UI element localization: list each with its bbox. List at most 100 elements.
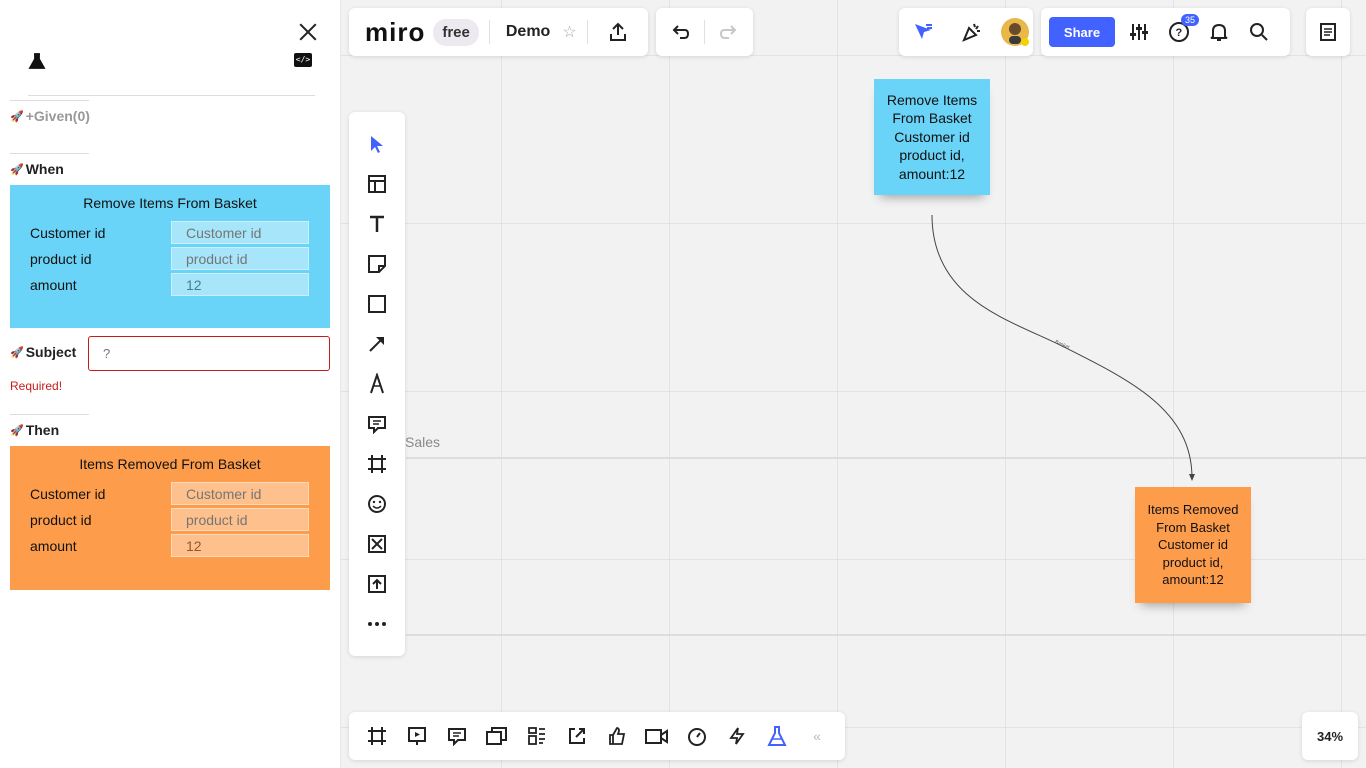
field-label: product id [30, 251, 92, 267]
cards-icon[interactable] [485, 724, 509, 748]
history-controls [656, 8, 753, 56]
field-label: product id [30, 512, 92, 528]
divider [704, 20, 705, 44]
close-icon[interactable] [296, 20, 320, 44]
frames-icon[interactable] [365, 724, 389, 748]
when-label: When [25, 161, 64, 177]
cursor-filter-icon[interactable] [903, 12, 943, 52]
sticky-line: Remove Items [886, 91, 978, 108]
bell-icon[interactable] [1199, 12, 1239, 52]
help-icon[interactable]: ? 35 [1159, 12, 1200, 52]
sticky-line: product id, [1162, 554, 1224, 570]
video-icon[interactable] [645, 724, 669, 748]
code-icon[interactable]: </> [294, 53, 312, 67]
required-error: Required! [10, 379, 63, 393]
subject-section-header: 🚀 Subject [10, 336, 76, 368]
sticky-line: amount:12 [1162, 572, 1224, 588]
section-divider [10, 153, 89, 154]
divider [488, 20, 490, 44]
share-button[interactable]: Share [1049, 17, 1115, 47]
sticky-note-icon[interactable] [365, 252, 389, 276]
field-row: Customer id [10, 221, 330, 247]
select-icon[interactable] [365, 132, 389, 156]
kanban-icon[interactable] [525, 724, 549, 748]
connector-icon[interactable] [365, 332, 389, 356]
field-label: Customer id [30, 225, 106, 241]
amount-input[interactable] [171, 534, 309, 557]
board-menu [1306, 8, 1350, 56]
spec-panel: </> 🚀 +Given(0) 🚀 When Remove Items From… [0, 0, 341, 768]
shapes-icon[interactable] [365, 292, 389, 316]
given-label: +Given(0) [25, 108, 90, 124]
search-icon[interactable] [1239, 12, 1279, 52]
flask-icon[interactable] [765, 724, 789, 748]
pen-icon[interactable] [365, 372, 389, 396]
avatar[interactable] [1000, 18, 1029, 46]
frame-icon[interactable] [365, 452, 389, 476]
miro-logo[interactable]: miro [365, 17, 425, 48]
card-icon[interactable] [365, 532, 389, 556]
svg-text:?: ? [1176, 27, 1183, 39]
settings-sliders-icon[interactable] [1119, 12, 1159, 52]
templates-icon[interactable] [365, 172, 389, 196]
field-row: amount [10, 273, 330, 299]
vote-icon[interactable] [605, 724, 629, 748]
comments-icon[interactable] [445, 724, 469, 748]
bottom-toolbar: « [349, 712, 845, 760]
divider [586, 20, 588, 44]
then-section-header: 🚀 Then [10, 414, 89, 446]
export-icon[interactable] [598, 12, 638, 52]
text-icon[interactable] [365, 212, 389, 236]
creation-toolbar [349, 112, 405, 656]
field-row: product id [10, 508, 330, 534]
board-name[interactable]: Demo [506, 23, 550, 41]
celebrate-icon[interactable] [952, 12, 992, 52]
upload-icon[interactable] [365, 572, 389, 596]
customer-id-input[interactable] [171, 221, 309, 244]
top-actions: Share ? 35 [1041, 8, 1290, 56]
sticky-line: From Basket [1156, 519, 1230, 535]
collab-controls [899, 8, 1033, 56]
field-label: amount [30, 538, 77, 554]
subject-label: Subject [25, 344, 77, 360]
zoom-level[interactable]: 34% [1302, 712, 1358, 760]
sticky-line: Customer id [894, 128, 970, 145]
sticky-command[interactable]: Remove Items From Basket Customer id pro… [874, 79, 990, 195]
sticky-line: Customer id [1157, 537, 1229, 553]
then-card-title: Items Removed From Basket [79, 456, 261, 472]
comment-icon[interactable] [365, 412, 389, 436]
share-out-icon[interactable] [565, 724, 589, 748]
product-id-input[interactable] [171, 508, 309, 531]
lightning-icon[interactable] [725, 724, 749, 748]
timer-icon[interactable] [685, 724, 709, 748]
board-header: miro free Demo ☆ [349, 8, 648, 56]
flask-icon [28, 52, 46, 70]
when-section-header: 🚀 When [10, 153, 89, 185]
sticky-line: From Basket [892, 110, 972, 127]
amount-input[interactable] [171, 273, 309, 296]
connector-label: Basket [1054, 339, 1071, 351]
redo-icon[interactable] [709, 12, 749, 52]
sticky-line: amount:12 [898, 165, 966, 182]
rocket-icon: 🚀 [10, 424, 24, 437]
plan-badge[interactable]: free [433, 18, 479, 46]
collapse-icon[interactable]: « [805, 724, 829, 748]
notes-icon[interactable] [1308, 12, 1348, 52]
field-row: Customer id [10, 482, 330, 508]
presentation-icon[interactable] [405, 724, 429, 748]
more-icon[interactable] [365, 612, 389, 636]
emoji-icon[interactable] [365, 492, 389, 516]
field-label: Customer id [30, 486, 106, 502]
section-divider [10, 100, 89, 101]
subject-input[interactable] [88, 336, 330, 371]
sticky-event[interactable]: Items Removed From Basket Customer id pr… [1135, 487, 1251, 603]
rocket-icon: 🚀 [10, 163, 24, 176]
given-section-header[interactable]: 🚀 +Given(0) [10, 100, 90, 132]
rocket-icon: 🚀 [10, 346, 24, 359]
star-icon[interactable]: ☆ [562, 22, 576, 42]
customer-id-input[interactable] [171, 482, 309, 505]
then-label: Then [25, 422, 60, 438]
divider [28, 95, 315, 96]
undo-icon[interactable] [660, 12, 700, 52]
product-id-input[interactable] [171, 247, 309, 270]
